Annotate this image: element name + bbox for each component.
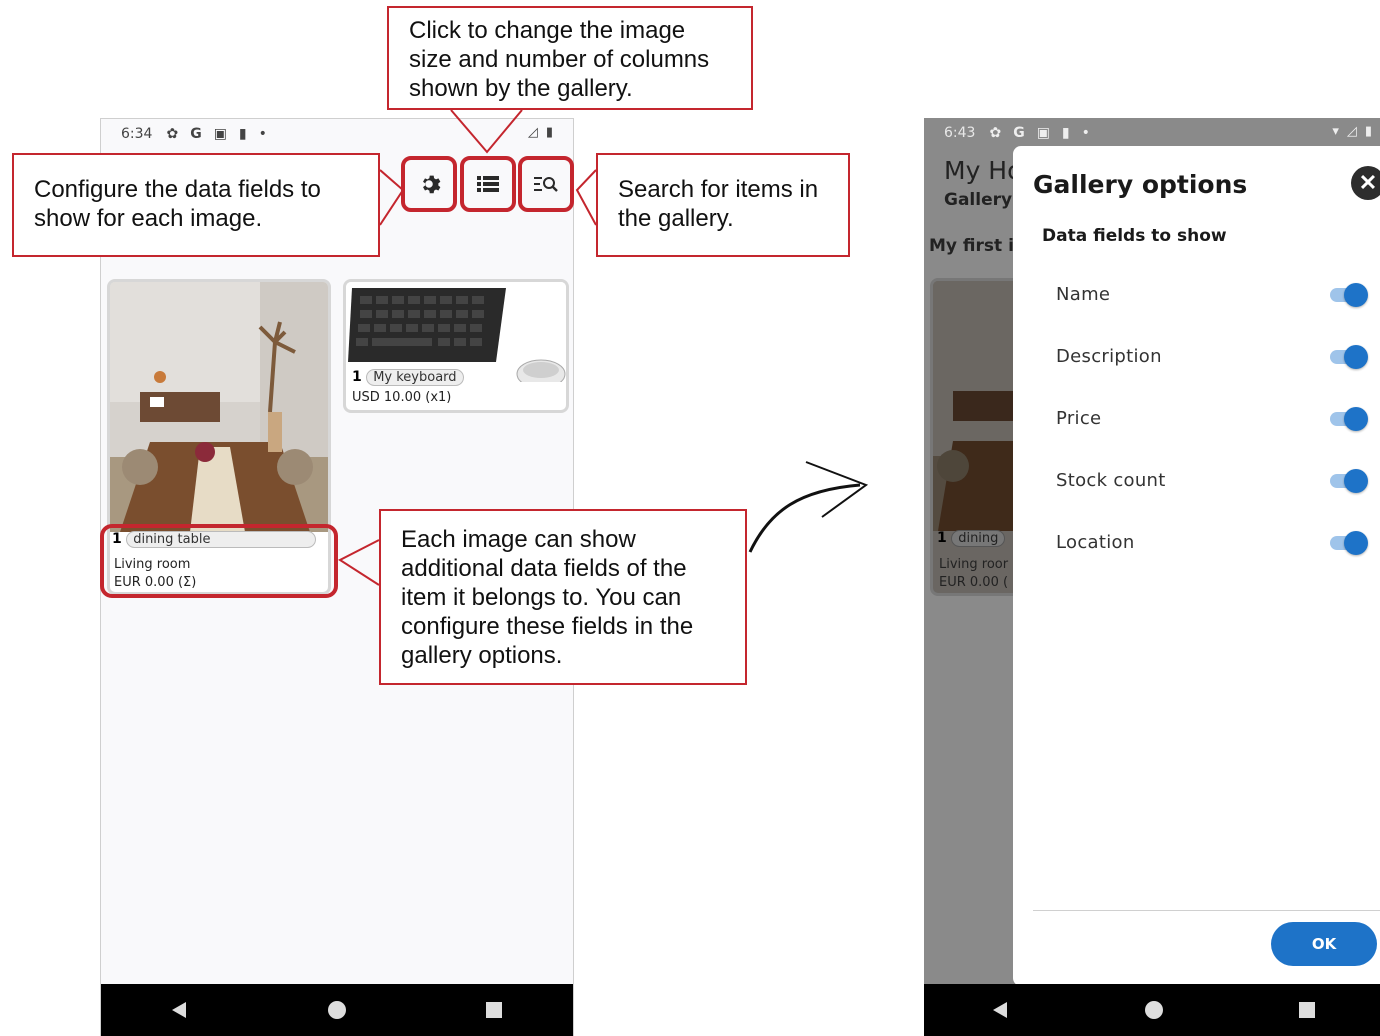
ok-button[interactable]: OK [1271,922,1377,966]
close-icon[interactable]: ✕ [1351,166,1380,200]
bg-section: My first ir [929,236,1023,256]
option-label: Location [1056,532,1135,553]
item-price: EUR 0.00 ( [939,575,1009,590]
recents-icon[interactable] [1297,1000,1317,1020]
home-icon[interactable] [1144,1000,1164,1020]
item-name: dining [951,530,1006,547]
item-location: Living roor [939,557,1009,572]
stock-count-toggle[interactable] [1330,469,1368,493]
back-icon[interactable] [991,1000,1011,1020]
sd-icon: ▮ [1061,125,1070,141]
option-price[interactable]: Price [1056,404,1368,434]
navigation-bar [924,984,1380,1036]
battery-icon: ▮ [1364,124,1372,139]
name-toggle[interactable] [1330,283,1368,307]
description-toggle[interactable] [1330,345,1368,369]
dot-icon: • [1081,125,1090,141]
dialog-title: Gallery options [1033,170,1248,199]
gear-icon: ✿ [989,125,1002,141]
option-label: Stock count [1056,470,1166,491]
option-location[interactable]: Location [1056,528,1368,558]
bg-subtitle: Gallery [944,190,1013,210]
option-label: Description [1056,346,1162,367]
dialog-subtitle: Data fields to show [1042,226,1227,246]
gallery-options-dialog: Gallery options ✕ Data fields to show Na… [1013,146,1380,986]
status-time: 6:43 [944,125,976,141]
card-header: 1 dining [937,529,1006,547]
location-toggle[interactable] [1330,531,1368,555]
option-label: Price [1056,408,1102,429]
option-description[interactable]: Description [1056,342,1368,372]
option-stock-count[interactable]: Stock count [1056,466,1368,496]
sim-icon: ▣ [1036,125,1050,141]
dialog-divider [1033,910,1380,911]
option-name[interactable]: Name [1056,280,1368,310]
price-toggle[interactable] [1330,407,1368,431]
bg-title: My Ho [944,156,1023,185]
right-phone-screen: 6:43 ✿ G ▣ ▮ • ▾ ◿ ▮ My Ho Gallery My fi… [924,118,1380,1036]
status-bar: 6:43 ✿ G ▣ ▮ • ▾ ◿ ▮ [924,118,1380,148]
google-icon: G [1013,125,1025,141]
status-right: ▾ ◿ ▮ [1332,124,1372,139]
signal-icon: ◿ [1346,124,1357,139]
option-label: Name [1056,284,1111,305]
count-badge: 1 [937,530,947,546]
wifi-icon: ▾ [1332,124,1339,139]
